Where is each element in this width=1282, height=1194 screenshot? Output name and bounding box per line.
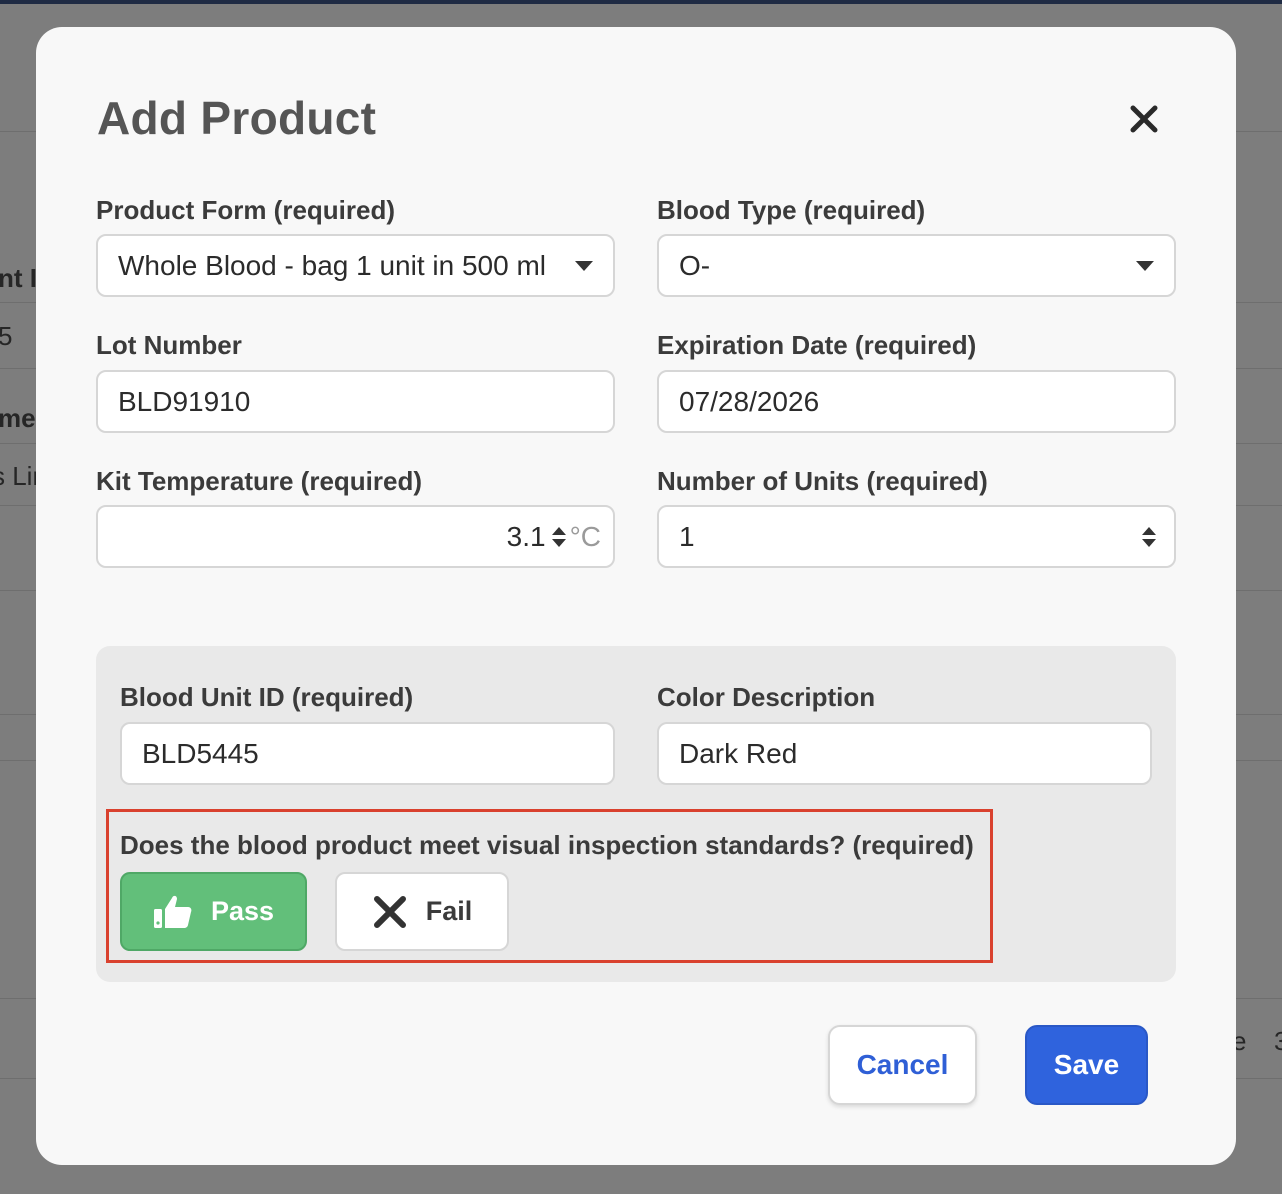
pass-label: Pass bbox=[210, 896, 275, 926]
blood-type-select[interactable]: O- bbox=[657, 234, 1176, 297]
chevron-down-icon bbox=[1136, 260, 1154, 271]
modal-title: Add Product bbox=[97, 92, 377, 144]
number-of-units-input[interactable]: 1 bbox=[657, 505, 1176, 568]
kit-temperature-value: 3.1 bbox=[506, 520, 546, 552]
blood-unit-id-label: Blood Unit ID (required) bbox=[120, 682, 414, 712]
expiration-date-label: Expiration Date (required) bbox=[657, 330, 977, 360]
add-product-modal: Add Product Product Form (required) Whol… bbox=[36, 27, 1236, 1165]
product-form-label: Product Form (required) bbox=[96, 195, 396, 225]
save-button[interactable]: Save bbox=[1025, 1025, 1148, 1105]
color-description-label: Color Description bbox=[657, 682, 876, 712]
cancel-button[interactable]: Cancel bbox=[828, 1025, 977, 1105]
background-text: nt I bbox=[0, 263, 37, 293]
background-text: 3 bbox=[1274, 1026, 1282, 1056]
pass-button[interactable]: Pass bbox=[120, 872, 307, 951]
background-text: me bbox=[0, 403, 36, 433]
expiration-date-input[interactable]: 07/28/2026 bbox=[657, 370, 1176, 433]
color-description-input[interactable]: Dark Red bbox=[657, 722, 1152, 785]
thumbs-up-icon bbox=[153, 895, 192, 928]
caret-up-icon bbox=[1142, 526, 1156, 535]
close-icon bbox=[1130, 105, 1158, 133]
kit-temperature-input[interactable]: 3.1 °C bbox=[96, 505, 615, 568]
background-top-bar bbox=[0, 0, 1282, 4]
expiration-date-value: 07/28/2026 bbox=[679, 385, 820, 417]
fail-button[interactable]: Fail bbox=[335, 872, 509, 951]
caret-up-icon bbox=[551, 526, 566, 535]
number-of-units-value: 1 bbox=[679, 520, 695, 552]
lot-number-input[interactable]: BLD91910 bbox=[96, 370, 615, 433]
product-form-select[interactable]: Whole Blood - bag 1 unit in 500 ml bbox=[96, 234, 615, 297]
visual-inspection-question: Does the blood product meet visual inspe… bbox=[120, 830, 974, 860]
lot-number-value: BLD91910 bbox=[118, 385, 251, 417]
product-form-value: Whole Blood - bag 1 unit in 500 ml bbox=[118, 249, 547, 281]
temperature-unit: °C bbox=[569, 520, 601, 552]
caret-down-icon bbox=[551, 538, 566, 547]
fail-label: Fail bbox=[425, 896, 473, 926]
number-of-units-label: Number of Units (required) bbox=[657, 466, 988, 496]
caret-down-icon bbox=[1142, 538, 1156, 547]
blood-unit-id-value: BLD5445 bbox=[142, 737, 259, 769]
blood-type-label: Blood Type (required) bbox=[657, 195, 926, 225]
number-stepper[interactable] bbox=[1142, 526, 1156, 547]
color-description-value: Dark Red bbox=[679, 737, 798, 769]
lot-number-label: Lot Number bbox=[96, 330, 242, 360]
kit-temperature-label: Kit Temperature (required) bbox=[96, 466, 423, 496]
number-stepper[interactable] bbox=[551, 526, 566, 547]
x-icon bbox=[373, 895, 406, 928]
blood-type-value: O- bbox=[679, 249, 711, 281]
background-text: 5 bbox=[0, 321, 13, 351]
blood-unit-id-input[interactable]: BLD5445 bbox=[120, 722, 615, 785]
chevron-down-icon bbox=[575, 260, 593, 271]
close-button[interactable] bbox=[1124, 99, 1164, 139]
